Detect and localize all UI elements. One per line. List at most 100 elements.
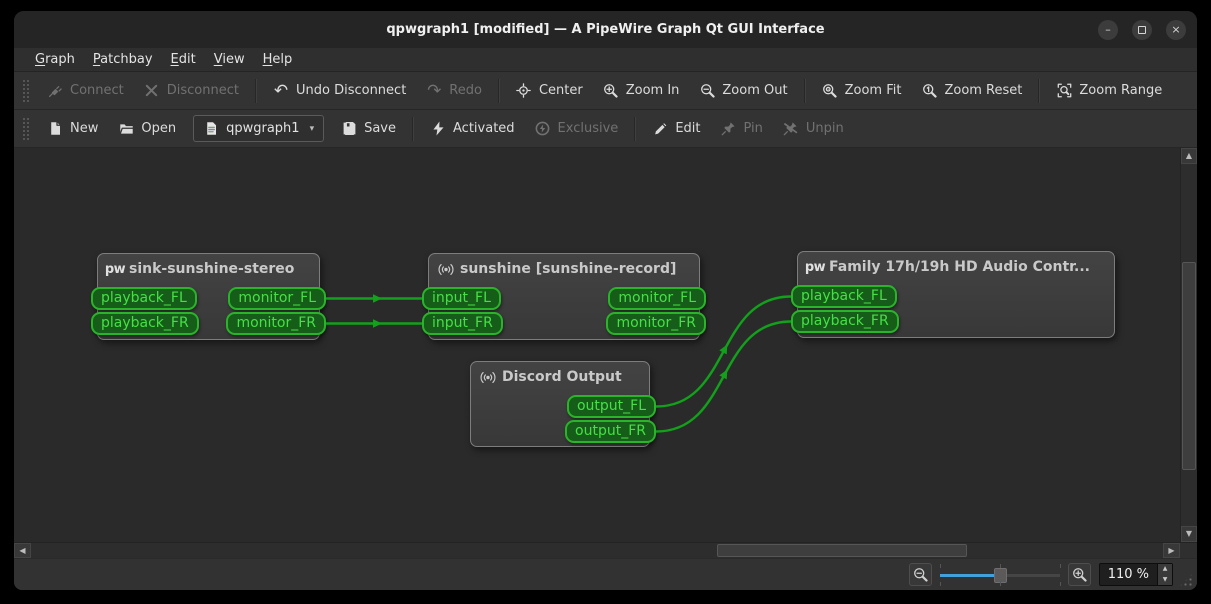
vertical-scroll-handle[interactable]	[1182, 262, 1196, 470]
statusbar: 110 % ▲ ▼	[14, 558, 1197, 590]
port-input-fl[interactable]: input_FL	[422, 287, 501, 310]
toolbar-button-zoom-out[interactable]: Zoom Out	[689, 76, 797, 106]
horizontal-scroll-handle[interactable]	[717, 544, 967, 557]
edit-icon	[652, 121, 668, 137]
node-title-label: Family 17h/19h HD Audio Contr...	[829, 259, 1091, 275]
open-icon	[118, 121, 134, 137]
zoom-in-slider-button[interactable]	[1067, 563, 1091, 586]
slider-tick	[1059, 563, 1061, 568]
toolbar-button-label: Zoom Range	[1079, 83, 1163, 98]
toolbar-button-label: Save	[364, 121, 397, 136]
port-input-fr[interactable]: input_FR	[422, 312, 503, 335]
graph-canvas[interactable]: pw sink-sunshine-stereo playback_FL playbac…	[14, 148, 1180, 542]
toolbar-button-open[interactable]: Open	[108, 114, 186, 144]
slider-tick	[1059, 581, 1061, 586]
spin-down-button[interactable]: ▼	[1158, 575, 1172, 586]
port-output-fr[interactable]: output_FR	[565, 420, 656, 443]
zoom-spinbox[interactable]: 110 % ▲ ▼	[1098, 563, 1173, 586]
port-monitor-fl[interactable]: monitor_FL	[608, 287, 706, 310]
toolbar-button-unpin[interactable]: Unpin	[773, 114, 854, 144]
port-playback-fr[interactable]: playback_FR	[91, 312, 199, 335]
port-monitor-fr[interactable]: monitor_FR	[226, 312, 326, 335]
toolbar-button-label: Zoom In	[625, 83, 680, 98]
disconnect-icon	[144, 83, 160, 99]
redo-icon: ↷	[427, 80, 442, 101]
port-output-fl[interactable]: output_FL	[566, 395, 656, 418]
scroll-up-button[interactable]: ▲	[1181, 148, 1197, 164]
zoom-fit-icon	[822, 83, 838, 99]
pipewire-icon: pw	[804, 259, 826, 275]
zoom-range-icon	[1056, 83, 1072, 99]
zoom-slider[interactable]	[939, 563, 1061, 586]
toolbar-button-label: Zoom Fit	[844, 83, 902, 98]
new-icon	[47, 121, 63, 137]
toolbar-button-redo[interactable]: ↷ Redo	[416, 76, 492, 106]
toolbar-button-exclusive[interactable]: Exclusive	[525, 114, 629, 144]
spin-up-button[interactable]: ▲	[1158, 564, 1172, 575]
zoom-slider-handle[interactable]	[993, 567, 1007, 583]
toolbar-button-label: Open	[141, 121, 177, 136]
scroll-left-button[interactable]: ◀	[14, 543, 31, 558]
toolbar-drag-handle[interactable]	[22, 116, 29, 141]
toolbar-button-zoom-in[interactable]: Zoom In	[593, 76, 690, 106]
combo-value: qpwgraph1	[226, 121, 300, 136]
port-playback-fl[interactable]: playback_FL	[91, 287, 197, 310]
toolbar-separator	[412, 116, 415, 141]
toolbar-button-disconnect[interactable]: Disconnect	[134, 76, 249, 106]
window-controls: – ×	[1098, 11, 1186, 48]
toolbar-button-zoom-reset[interactable]: Zoom Reset	[911, 76, 1032, 106]
center-icon	[516, 83, 532, 99]
toolbar-button-edit[interactable]: Edit	[642, 114, 710, 144]
toolbar-button-save[interactable]: Save	[331, 114, 406, 144]
activated-icon	[430, 121, 446, 137]
toolbar-button-connect[interactable]: Connect	[37, 76, 134, 106]
zoom-in-icon	[603, 83, 619, 99]
port-monitor-fl[interactable]: monitor_FL	[228, 287, 326, 310]
pin-icon	[721, 121, 737, 137]
toolbar-button-zoom-fit[interactable]: Zoom Fit	[812, 76, 912, 106]
toolbar-button-label: Connect	[70, 83, 124, 98]
toolbar-button-label: Zoom Out	[722, 83, 788, 98]
port-playback-fr[interactable]: playback_FR	[791, 310, 899, 333]
toolbar-button-pin[interactable]: Pin	[711, 114, 773, 144]
titlebar[interactable]: qpwgraph1 [modified] — A PipeWire Graph …	[14, 11, 1197, 48]
node-title: pw Family 17h/19h HD Audio Contr...	[798, 252, 1114, 275]
scroll-right-button[interactable]: ▶	[1163, 543, 1180, 558]
minimize-button[interactable]: –	[1098, 19, 1118, 40]
zoom-out-slider-button[interactable]	[908, 563, 932, 586]
toolbar-button-center[interactable]: Center	[506, 76, 593, 106]
toolbar-button-zoom-range[interactable]: Zoom Range	[1046, 76, 1172, 106]
close-button[interactable]: ×	[1166, 19, 1186, 40]
menu-item-patchbay[interactable]: Patchbay	[84, 50, 162, 69]
toolbar-button-activated[interactable]: Activated	[420, 114, 525, 144]
chevron-down-icon: ▾	[309, 123, 315, 134]
scroll-down-button[interactable]: ▼	[1181, 526, 1197, 542]
unpin-icon	[783, 121, 799, 137]
horizontal-scrollbar[interactable]: ◀ ▶	[14, 542, 1197, 558]
menu-item-help[interactable]: Help	[254, 50, 302, 69]
patchbay-profile-combo[interactable]: qpwgraph1 ▾	[193, 115, 325, 142]
toolbar-button-label: Unpin	[805, 121, 844, 136]
pipewire-icon: pw	[104, 261, 126, 277]
maximize-button[interactable]	[1132, 19, 1152, 40]
toolbar-drag-handle[interactable]	[22, 78, 29, 103]
port-playback-fl[interactable]: playback_FL	[791, 285, 897, 308]
menu-item-graph[interactable]: Graph	[26, 50, 84, 69]
graph-toolbar: Connect Disconnect ↶ Undo Disconnect ↷ Redo Ce…	[14, 72, 1197, 110]
toolbar-button-label: Redo	[449, 83, 482, 98]
patchbay-toolbar: New Open qpwgraph1 ▾ Save Activated Exclusive E…	[14, 110, 1197, 148]
connection-arrow-icon	[373, 319, 382, 328]
toolbar-button-undo-disconnect[interactable]: ↶ Undo Disconnect	[263, 76, 416, 106]
vertical-scrollbar[interactable]: ▲ ▼	[1180, 148, 1197, 542]
menubar: Graph Patchbay Edit View Help	[14, 48, 1197, 72]
resize-grip[interactable]	[1179, 573, 1193, 587]
node-title: pw sink-sunshine-stereo	[98, 254, 319, 277]
toolbar-separator	[1038, 78, 1041, 103]
menu-item-view[interactable]: View	[205, 50, 254, 69]
toolbar-button-new[interactable]: New	[37, 114, 108, 144]
toolbar-button-label: Zoom Reset	[944, 83, 1023, 98]
connections-layer	[326, 294, 792, 433]
port-monitor-fr[interactable]: monitor_FR	[606, 312, 706, 335]
horizontal-scroll-track[interactable]	[31, 543, 1163, 558]
menu-item-edit[interactable]: Edit	[162, 50, 205, 69]
